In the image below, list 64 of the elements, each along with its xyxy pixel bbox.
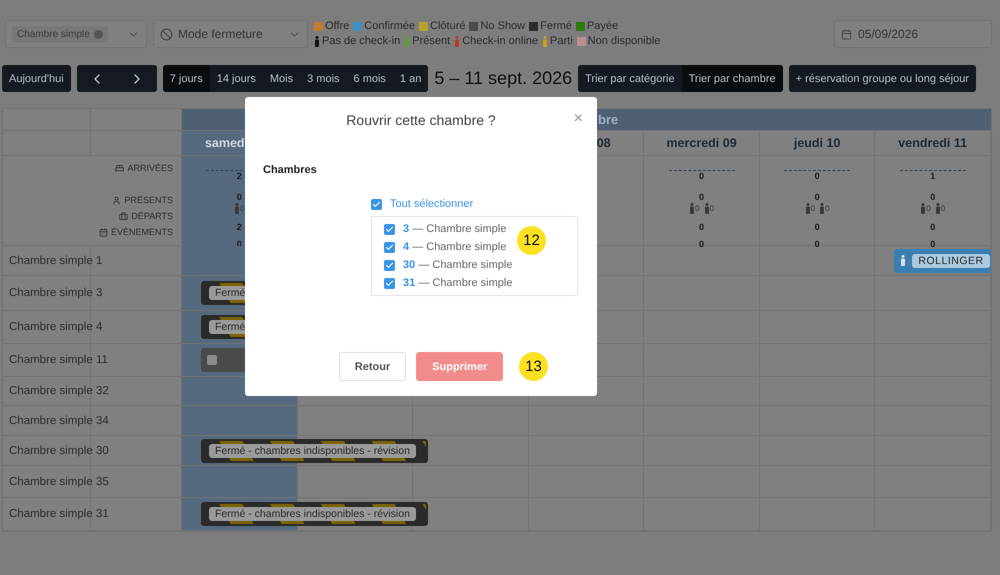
room-option[interactable]: 3 — Chambre simple [403,223,506,235]
stat-label: ÉVÈNEMENTS [110,227,173,237]
legend-item: Non disponible [576,35,660,47]
room-category: Chambre simple [3,344,91,376]
sort-tab[interactable]: Trier par chambre [682,65,783,92]
stat-label: PRÉSENTS [124,195,173,205]
section-title: Chambres [263,164,317,176]
number-marker: 12 [517,226,546,255]
period-tab[interactable]: 7 jours [162,65,210,92]
stat-value: 0 [825,204,830,213]
stat-value: 1 [930,171,936,182]
stat-value: 0 [814,239,820,250]
stat-value: 0 [699,192,704,203]
room-option[interactable]: 31 — Chambre simple [403,277,512,289]
stat-value: 0 [240,204,244,213]
stat-value: 0 [926,204,931,213]
number-marker: 13 [519,352,548,381]
stat-label: ARRIVÉES [127,163,173,173]
stat-value: 0 [940,204,946,213]
legend-item: Présent [404,35,450,47]
group-booking-button[interactable]: + réservation groupe ou long séjour [788,65,976,92]
stat-value: 2 [236,171,242,182]
stat-value: 0 [930,239,936,250]
legend-item: Parti [542,35,573,47]
stat-value: 0 [810,204,816,213]
room-option[interactable]: 4 — Chambre simple [403,241,506,253]
stat-value: 0 [930,192,936,203]
stat-value: 0 [814,192,820,203]
stat-label: DÉPARTS [131,211,173,221]
dialog-title: Rouvrir cette chambre ? [346,112,496,128]
legend-item: Clôturé [419,20,466,32]
legend-item: Check-in online [454,35,538,47]
stat-value: 0 [710,204,714,213]
stat-value: 2 [236,222,242,233]
legend-item: Payée [576,20,618,32]
back-button[interactable]: Retour [338,352,406,381]
legend-item: Fermé [529,20,572,32]
stat-value: 0 [814,222,820,233]
room-category: Chambre simple [3,498,91,530]
room-tag: Chambre simple [12,26,108,42]
room-category: Chambre simple [3,466,91,497]
legend-item: No Show [469,20,526,32]
closed-bar[interactable]: Fermé - chambres indisponibles - révision [201,438,428,462]
room-category: Chambre simple [3,436,91,465]
room-category: Chambre simple [3,276,91,310]
legend-item: Pas de check-in [314,35,400,47]
legend-item: Confirmée [353,20,416,32]
booking-bar[interactable]: ROLLINGER [894,248,991,272]
room-category: Chambre simple [3,406,91,435]
closed-bar[interactable]: Fermé - chambres indisponibles - révision [201,502,428,526]
stat-value: 0 [814,171,820,182]
legend-item: Offre [314,20,350,32]
stat-value: 0 [699,171,704,182]
date-range: 5 – 11 sept. 2026 [434,67,572,90]
stat-value: 0 [930,222,936,233]
stat-value: 0 [236,192,242,203]
room-category: Chambre simple [3,377,91,405]
room-option[interactable]: 30 — Chambre simple [403,259,512,271]
today-button[interactable]: Aujourd'hui [2,65,71,92]
room-category: Chambre simple [3,311,91,343]
stat-value: 0 [699,239,704,250]
stat-value: 0 [699,222,704,233]
room-category: Chambre simple [3,246,91,275]
stat-value: 0 [695,204,700,213]
